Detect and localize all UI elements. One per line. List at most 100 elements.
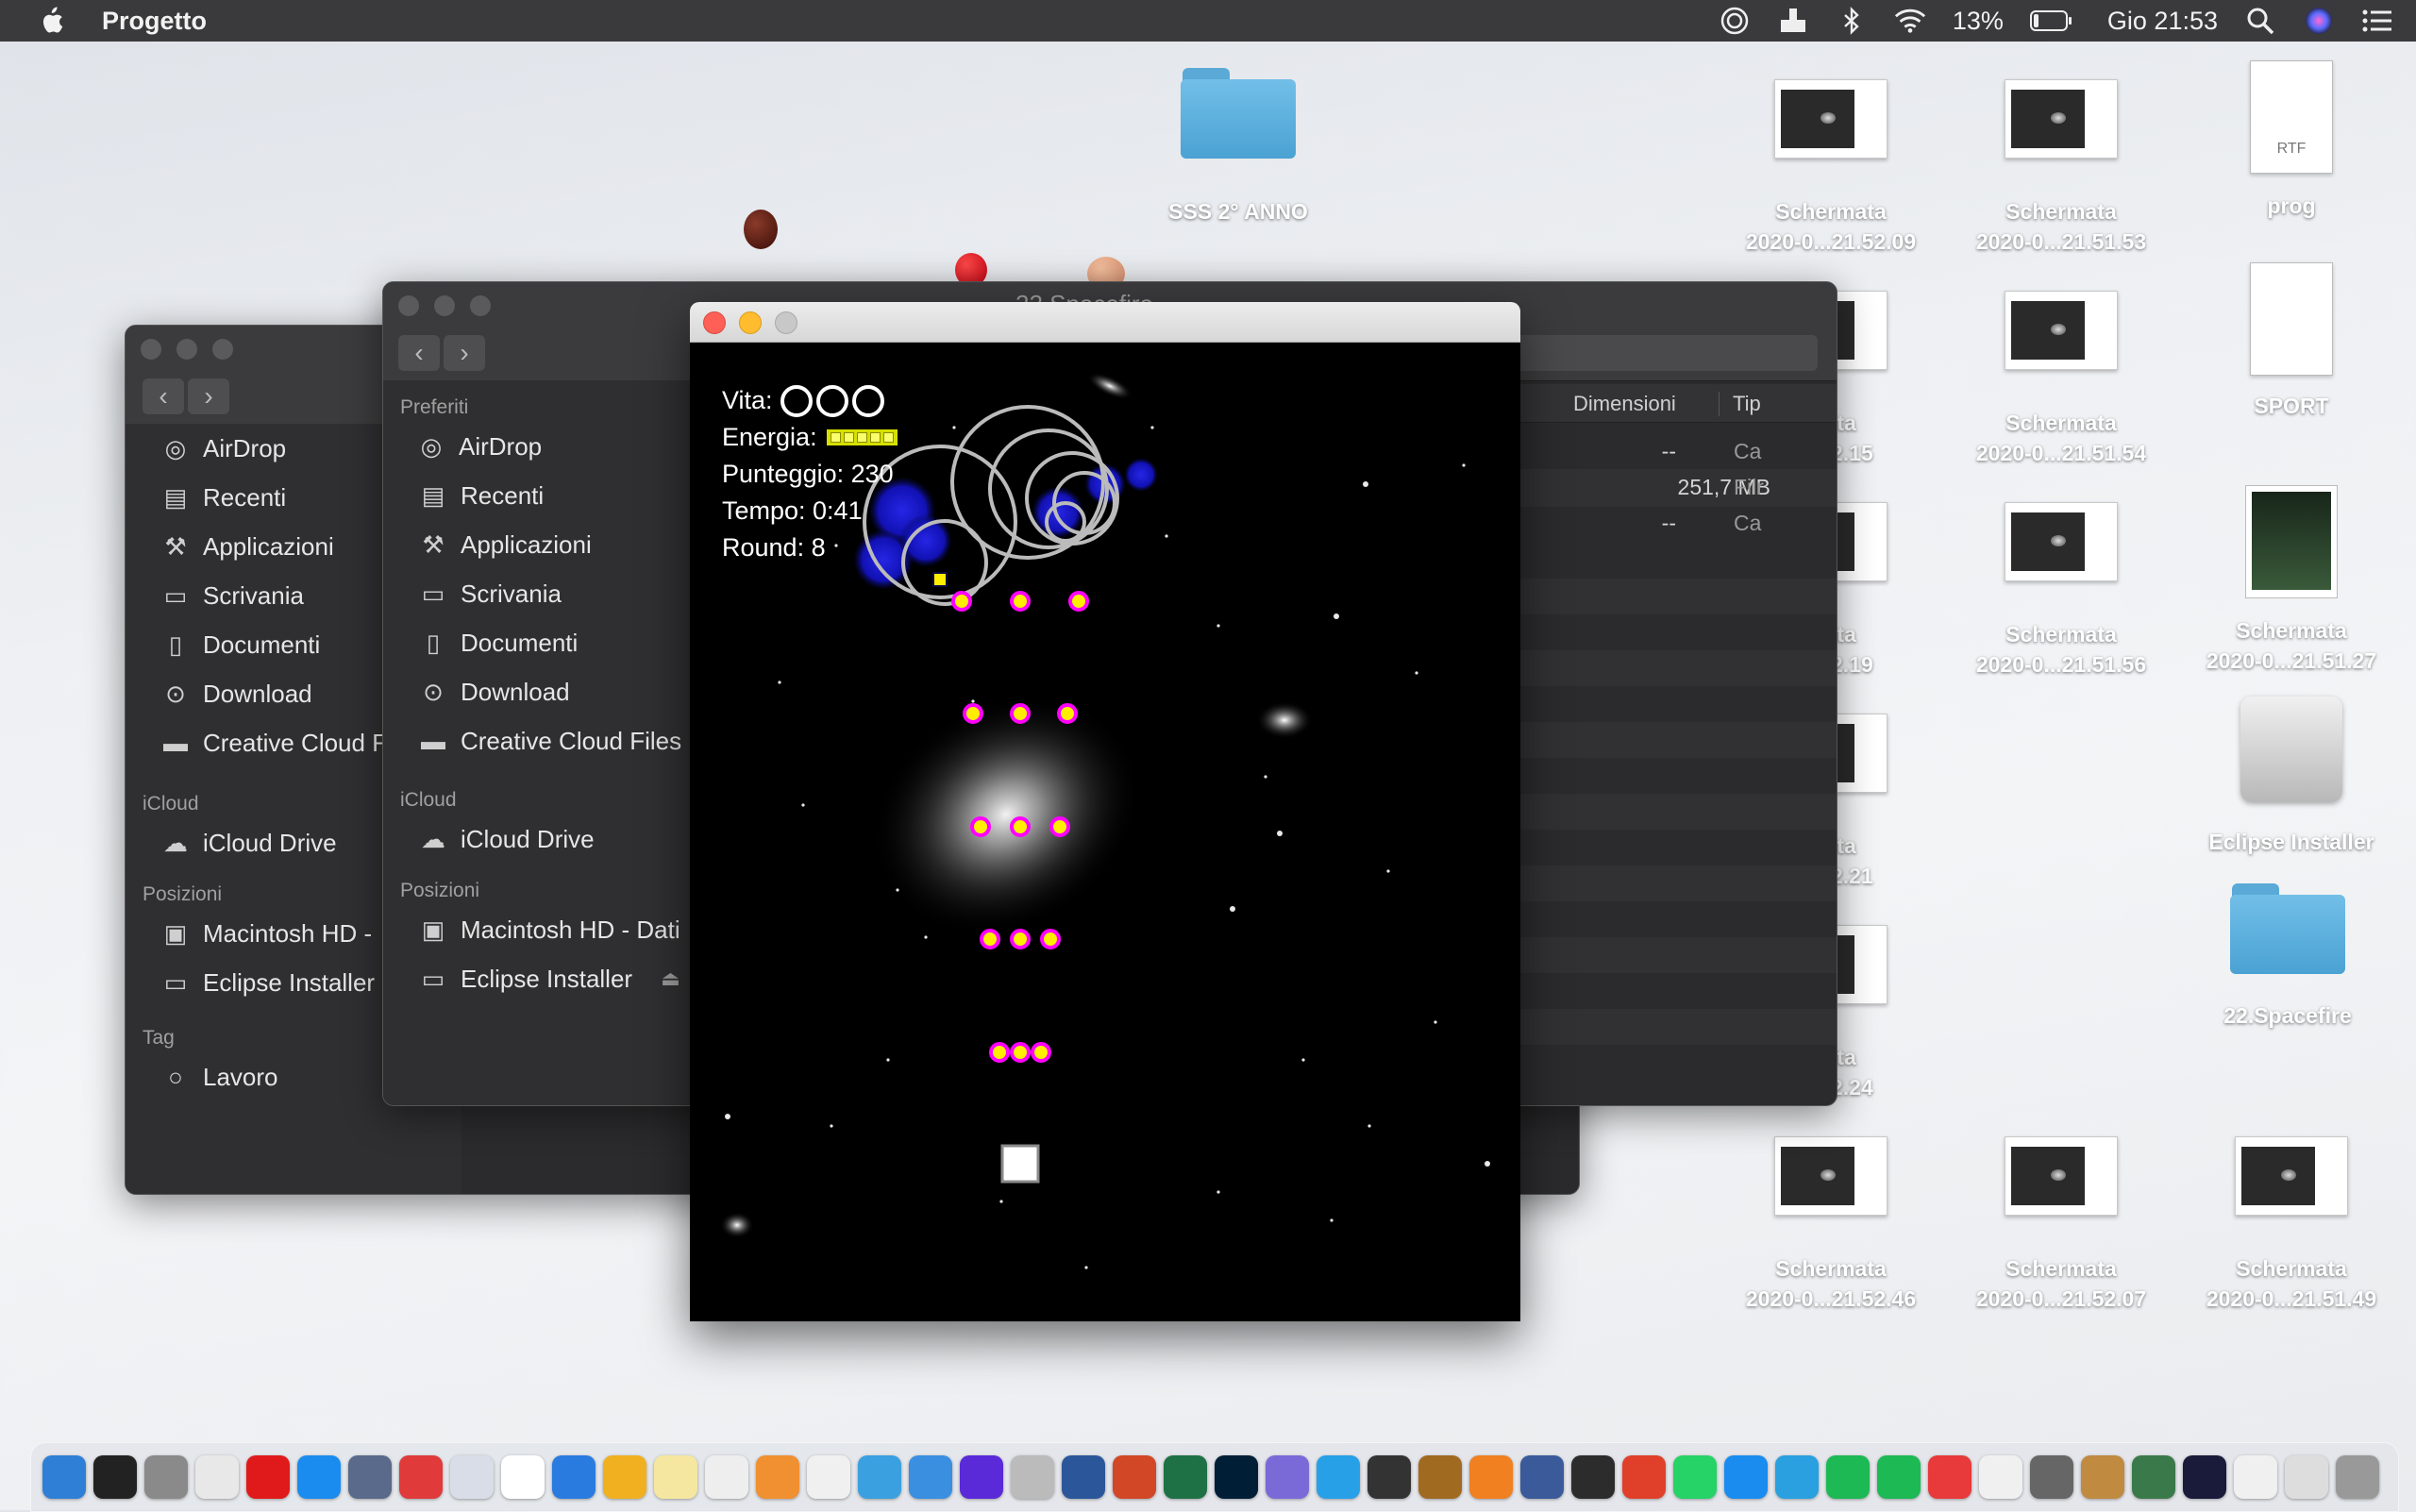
dock-app-icon[interactable] — [348, 1455, 392, 1499]
apple-menu-icon[interactable] — [38, 6, 64, 36]
desktop-folder-sss[interactable]: SSS 2° ANNO — [1125, 68, 1351, 227]
zoom-button[interactable] — [470, 295, 491, 316]
dock-app-icon[interactable] — [1418, 1455, 1462, 1499]
game-playfield[interactable]: Vita: Energia: Punteggio: 230 Tempo: 0:4… — [690, 343, 1520, 1321]
dock-app-icon[interactable] — [42, 1455, 86, 1499]
minimize-button[interactable] — [176, 339, 197, 360]
dock-app-icon[interactable] — [195, 1455, 239, 1499]
sidebar-item-icloud-drive[interactable]: ☁ iCloud Drive — [383, 815, 695, 864]
battery-percent[interactable]: 13% — [1953, 7, 2004, 36]
player-ship[interactable] — [1000, 1144, 1040, 1184]
column-header-size[interactable]: Dimensioni — [1573, 392, 1676, 416]
dock-app-icon[interactable] — [2081, 1455, 2124, 1499]
forward-button[interactable]: › — [444, 335, 485, 371]
zoom-button[interactable] — [212, 339, 233, 360]
dock-app-icon[interactable] — [858, 1455, 901, 1499]
desktop-rtf-file[interactable]: RTF prog — [2178, 60, 2405, 221]
close-button[interactable] — [141, 339, 161, 360]
close-button[interactable] — [703, 311, 726, 334]
notification-center-icon[interactable] — [2361, 7, 2393, 35]
wifi-icon[interactable] — [1894, 7, 1926, 35]
dock-app-icon[interactable] — [1164, 1455, 1207, 1499]
sidebar-item-macintosh-hd[interactable]: ▣ Macintosh HD - Dati — [383, 905, 695, 954]
desktop-spacefire-screenshot[interactable]: Schermata 2020-0...21.51.27 — [2178, 485, 2405, 676]
dock-app-icon[interactable] — [1266, 1455, 1309, 1499]
dock-app-icon[interactable] — [1826, 1455, 1870, 1499]
dock-app-icon[interactable] — [246, 1455, 290, 1499]
back-button[interactable]: ‹ — [143, 378, 184, 414]
menu-clock[interactable]: Gio 21:53 — [2107, 7, 2218, 36]
dock-app-icon[interactable] — [1113, 1455, 1156, 1499]
sidebar-item-eclipse-installer[interactable]: ▭ Eclipse Installer ⏏ — [383, 954, 695, 1003]
sidebar-item-airdrop[interactable]: ◎ AirDrop — [383, 422, 695, 471]
table-row[interactable]: 251,7 MB Filr — [1520, 469, 1837, 507]
dock-app-icon[interactable] — [501, 1455, 545, 1499]
dock-app-icon[interactable] — [1928, 1455, 1971, 1499]
dock-app-icon[interactable] — [450, 1455, 494, 1499]
dock-app-icon[interactable] — [1622, 1455, 1666, 1499]
app-name[interactable]: Progetto — [102, 7, 207, 36]
battery-icon[interactable] — [2029, 7, 2073, 35]
dock-app-icon[interactable] — [1673, 1455, 1717, 1499]
bluetooth-icon[interactable] — [1836, 7, 1868, 35]
dock-app-icon[interactable] — [1724, 1455, 1768, 1499]
sidebar-item-creative-cloud-files[interactable]: ▬ Creative Cloud Files — [383, 716, 695, 765]
dock-app-icon[interactable] — [1775, 1455, 1819, 1499]
desktop-screenshot-file[interactable]: Schermata 2020-0...21.51.56 — [1948, 502, 2174, 680]
zoom-button[interactable] — [775, 311, 797, 334]
desktop-screenshot-file[interactable]: Schermata 2020-0...21.51.53 — [1948, 79, 2174, 257]
desktop-screenshot-file[interactable]: Schermata 2020-0...21.52.09 — [1718, 79, 1944, 257]
dock-app-icon[interactable] — [1979, 1455, 2022, 1499]
dock-app-icon[interactable] — [1520, 1455, 1564, 1499]
desktop-screenshot-file[interactable]: Schermata 2020-0...21.51.54 — [1948, 291, 2174, 468]
spacefire-game-window[interactable]: Vita: Energia: Punteggio: 230 Tempo: 0:4… — [690, 302, 1520, 1321]
siri-icon[interactable] — [2303, 7, 2335, 35]
dock-app-icon[interactable] — [756, 1455, 799, 1499]
dock-app-icon[interactable] — [807, 1455, 850, 1499]
desktop-screenshot-file[interactable]: Schermata 2020-0...21.51.49 — [2178, 1136, 2405, 1314]
desktop-spacefire-folder[interactable]: 22.Spacefire — [2174, 883, 2401, 1031]
desktop-eclipse-installer[interactable]: Eclipse Installer — [2178, 697, 2405, 857]
desktop-screenshot-file[interactable]: Schermata 2020-0...21.52.07 — [1948, 1136, 2174, 1314]
minimize-button[interactable] — [434, 295, 455, 316]
upload-tray-icon[interactable] — [1777, 7, 1809, 35]
search-field[interactable] — [1516, 335, 1818, 371]
dock-app-icon[interactable] — [1062, 1455, 1105, 1499]
sidebar-item-applicazioni[interactable]: ⚒ Applicazioni — [383, 520, 695, 569]
sidebar-item-scrivania[interactable]: ▭ Scrivania — [383, 569, 695, 618]
dock-app-icon[interactable] — [399, 1455, 443, 1499]
dock-app-icon[interactable] — [2285, 1455, 2328, 1499]
table-row[interactable]: -- Ca — [1520, 505, 1837, 543]
dock-app-icon[interactable] — [705, 1455, 748, 1499]
dock-app-icon[interactable] — [1317, 1455, 1360, 1499]
table-row[interactable]: -- Ca — [1520, 433, 1837, 471]
eject-icon[interactable]: ⏏ — [661, 966, 680, 991]
dock-app-icon[interactable] — [2030, 1455, 2073, 1499]
sidebar-item-download[interactable]: ⊙ Download — [383, 667, 695, 716]
dock-app-icon[interactable] — [1367, 1455, 1411, 1499]
dock-app-icon[interactable] — [1571, 1455, 1615, 1499]
dock-app-icon[interactable] — [552, 1455, 596, 1499]
dock-app-icon[interactable] — [654, 1455, 697, 1499]
dock-app-icon[interactable] — [960, 1455, 1003, 1499]
dock-app-icon[interactable] — [2132, 1455, 2175, 1499]
close-button[interactable] — [398, 295, 419, 316]
status-ring-icon[interactable] — [1719, 7, 1751, 35]
minimize-button[interactable] — [739, 311, 762, 334]
sidebar-item-recenti[interactable]: ▤ Recenti — [383, 471, 695, 520]
dock-app-icon[interactable] — [1877, 1455, 1921, 1499]
dock-app-icon[interactable] — [2234, 1455, 2277, 1499]
dock-app-icon[interactable] — [1215, 1455, 1258, 1499]
dock-app-icon[interactable] — [2183, 1455, 2226, 1499]
dock-app-icon[interactable] — [93, 1455, 137, 1499]
dock-app-icon[interactable] — [1011, 1455, 1054, 1499]
spotlight-search-icon[interactable] — [2244, 7, 2276, 35]
dock-app-icon[interactable] — [909, 1455, 952, 1499]
dock-app-icon[interactable] — [2336, 1455, 2379, 1499]
desktop-sport-file[interactable]: SPORT — [2178, 262, 2405, 421]
forward-button[interactable]: › — [188, 378, 229, 414]
dock-app-icon[interactable] — [297, 1455, 341, 1499]
sidebar-item-documenti[interactable]: ▯ Documenti — [383, 618, 695, 667]
dock-app-icon[interactable] — [603, 1455, 646, 1499]
desktop-screenshot-file[interactable]: Schermata 2020-0...21.52.46 — [1718, 1136, 1944, 1314]
